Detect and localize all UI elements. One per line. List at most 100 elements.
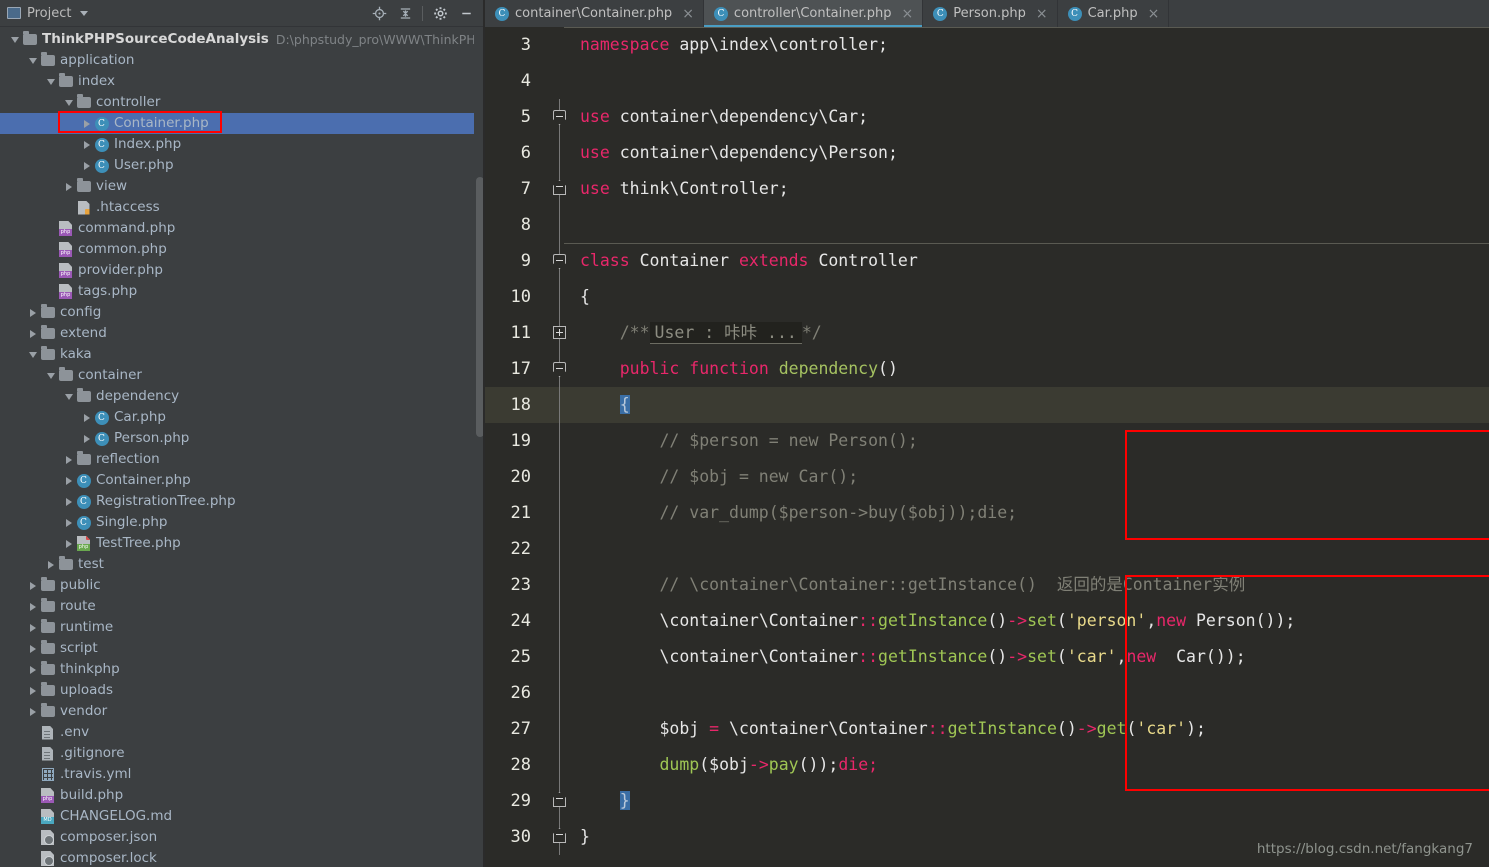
tree-toggle[interactable] [80,407,93,428]
code-line-21[interactable]: 21 // var_dump($person->buy($obj));die; [485,495,1489,531]
tree-toggle[interactable] [62,449,75,470]
tree-item-index[interactable]: index [0,71,485,92]
code-line-8[interactable]: 8 [485,207,1489,243]
tree-item-kaka[interactable]: kaka [0,344,485,365]
tree-item-htaccess[interactable]: .htaccess [0,197,485,218]
editor-gutter[interactable] [540,135,580,171]
tree-item-reflection[interactable]: reflection [0,449,485,470]
code-line-11[interactable]: 11 /** User : 咔咔 ... */ [485,315,1489,351]
code-text[interactable]: /** User : 咔咔 ... */ [580,315,1489,351]
tree-item-controller[interactable]: controller [0,92,485,113]
tree-toggle[interactable] [26,785,39,806]
editor-gutter[interactable] [540,819,580,855]
tree-item-user-php[interactable]: C User.php [0,155,485,176]
tree-item-thinkphp[interactable]: thinkphp [0,659,485,680]
tree-item-extend[interactable]: extend [0,323,485,344]
fold-marker-icon[interactable] [553,362,566,377]
fold-expand-icon[interactable] [553,326,566,339]
fold-marker-icon[interactable] [553,254,566,269]
code-line-29[interactable]: 29 } [485,783,1489,819]
project-tree[interactable]: ThinkPHPSourceCodeAnalysis D:\phpstudy_pr… [0,27,485,867]
locate-target-icon[interactable] [366,1,392,25]
minimize-icon[interactable] [453,1,479,25]
code-text[interactable]: namespace app\index\controller; [580,27,1489,63]
chevron-right-icon[interactable] [29,602,36,611]
code-line-4[interactable]: 4 [485,63,1489,99]
fold-marker-icon[interactable] [553,792,566,807]
tree-toggle[interactable] [62,197,75,218]
tree-toggle[interactable] [80,428,93,449]
tree-item-tags-php[interactable]: php tags.php [0,281,485,302]
chevron-down-icon[interactable] [46,78,55,85]
chevron-down-icon[interactable] [28,351,37,358]
code-line-7[interactable]: 7 use think\Controller; [485,171,1489,207]
chevron-right-icon[interactable] [83,434,90,443]
code-line-5[interactable]: 5 use container\dependency\Car; [485,99,1489,135]
tree-item-single-php[interactable]: C Single.php [0,512,485,533]
tree-toggle[interactable] [26,701,39,722]
chevron-right-icon[interactable] [65,497,72,506]
tree-toggle[interactable] [26,50,39,71]
tree-toggle[interactable] [26,659,39,680]
code-line-26[interactable]: 26 [485,675,1489,711]
tree-toggle[interactable] [62,512,75,533]
code-line-6[interactable]: 6 use container\dependency\Person; [485,135,1489,171]
code-text[interactable]: use think\Controller; [580,171,1489,207]
chevron-down-icon[interactable] [64,99,73,106]
chevron-right-icon[interactable] [65,539,72,548]
chevron-right-icon[interactable] [29,308,36,317]
tree-item-composer-json[interactable]: composer.json [0,827,485,848]
tree-item-car-php[interactable]: C Car.php [0,407,485,428]
tree-item-runtime[interactable]: runtime [0,617,485,638]
tree-item-index-php[interactable]: C Index.php [0,134,485,155]
gear-icon[interactable] [427,1,453,25]
chevron-down-icon[interactable] [80,10,89,16]
chevron-right-icon[interactable] [47,560,54,569]
editor-gutter[interactable] [540,99,580,135]
tree-toggle[interactable] [26,344,39,365]
chevron-right-icon[interactable] [29,581,36,590]
tree-toggle[interactable] [8,29,21,50]
chevron-right-icon[interactable] [29,329,36,338]
tree-toggle[interactable] [26,848,39,867]
editor-tab-container-container-php[interactable]: Ccontainer\Container.php × [485,0,704,27]
tree-toggle[interactable] [26,302,39,323]
editor-gutter[interactable] [540,459,580,495]
tree-item-testtree-php[interactable]: php TestTree.php [0,533,485,554]
tree-toggle[interactable] [80,155,93,176]
code-text[interactable]: \container\Container::getInstance()->set… [580,603,1489,639]
chevron-down-icon[interactable] [10,36,19,43]
tree-item-container-php[interactable]: C Container.php [0,470,485,491]
code-line-10[interactable]: 10 { [485,279,1489,315]
editor-gutter[interactable] [540,603,580,639]
tree-toggle[interactable] [26,743,39,764]
tree-toggle[interactable] [26,596,39,617]
code-text[interactable]: { [580,387,1489,423]
editor-gutter[interactable] [540,495,580,531]
tree-item-common-php[interactable]: php common.php [0,239,485,260]
code-text[interactable]: dump($obj->pay());die; [580,747,1489,783]
tree-item-container-php[interactable]: C Container.php [0,113,485,134]
tree-item-composer-lock[interactable]: composer.lock [0,848,485,867]
chevron-right-icon[interactable] [65,476,72,485]
chevron-right-icon[interactable] [29,623,36,632]
tree-item-vendor[interactable]: vendor [0,701,485,722]
code-text[interactable]: use container\dependency\Person; [580,135,1489,171]
tree-toggle[interactable] [44,554,57,575]
code-line-18[interactable]: 18 { [485,387,1489,423]
code-line-17[interactable]: 17 public function dependency() [485,351,1489,387]
editor-tab-car-php[interactable]: C Car.php × [1058,0,1170,27]
tree-toggle[interactable] [26,575,39,596]
chevron-right-icon[interactable] [83,413,90,422]
tree-toggle[interactable] [26,806,39,827]
code-line-27[interactable]: 27 $obj = \container\Container::getInsta… [485,711,1489,747]
tree-item-env[interactable]: .env [0,722,485,743]
tree-item-command-php[interactable]: php command.php [0,218,485,239]
chevron-right-icon[interactable] [29,707,36,716]
editor-gutter[interactable] [540,567,580,603]
close-icon[interactable]: × [1036,7,1048,21]
chevron-right-icon[interactable] [29,686,36,695]
chevron-right-icon[interactable] [83,161,90,170]
code-line-9[interactable]: 9 class Container extends Controller [485,243,1489,279]
tree-toggle[interactable] [62,533,75,554]
